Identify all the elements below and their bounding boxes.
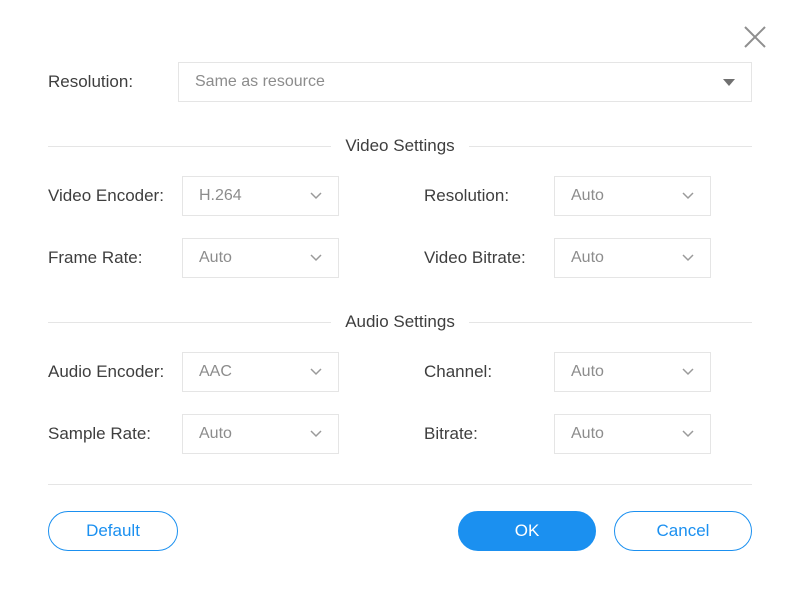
top-resolution-select[interactable]: Same as resource — [178, 62, 752, 102]
frame-rate-label: Frame Rate: — [48, 248, 182, 268]
top-resolution-row: Resolution: Same as resource — [48, 62, 752, 102]
top-resolution-value: Same as resource — [195, 73, 325, 91]
audio-bitrate-select[interactable]: Auto — [554, 414, 711, 454]
close-button[interactable] — [740, 22, 770, 52]
divider — [469, 146, 752, 147]
top-resolution-label: Resolution: — [48, 72, 178, 92]
audio-settings-header: Audio Settings — [48, 312, 752, 332]
cancel-button[interactable]: Cancel — [614, 511, 752, 551]
chevron-down-icon — [310, 430, 322, 438]
channel-select[interactable]: Auto — [554, 352, 711, 392]
chevron-down-icon — [310, 368, 322, 376]
cancel-button-label: Cancel — [657, 521, 710, 541]
video-settings-grid: Video Encoder: H.264 Resolution: Auto Fr… — [48, 176, 752, 278]
audio-bitrate-value: Auto — [571, 425, 604, 443]
divider — [48, 322, 331, 323]
sample-rate-value: Auto — [199, 425, 232, 443]
video-bitrate-label: Video Bitrate: — [424, 248, 554, 268]
channel-label: Channel: — [424, 362, 554, 382]
audio-encoder-label: Audio Encoder: — [48, 362, 182, 382]
video-bitrate-select[interactable]: Auto — [554, 238, 711, 278]
video-settings-header: Video Settings — [48, 136, 752, 156]
chevron-down-icon — [682, 430, 694, 438]
video-resolution-label: Resolution: — [424, 186, 554, 206]
settings-dialog: Resolution: Same as resource Video Setti… — [0, 0, 800, 592]
frame-rate-value: Auto — [199, 249, 232, 267]
chevron-down-icon — [723, 79, 735, 86]
chevron-down-icon — [310, 254, 322, 262]
chevron-down-icon — [310, 192, 322, 200]
ok-button-label: OK — [515, 521, 540, 541]
video-settings-title: Video Settings — [331, 136, 468, 156]
button-row: Default OK Cancel — [48, 511, 752, 551]
video-encoder-select[interactable]: H.264 — [182, 176, 339, 216]
ok-button[interactable]: OK — [458, 511, 596, 551]
divider — [469, 322, 752, 323]
audio-bitrate-label: Bitrate: — [424, 424, 554, 444]
sample-rate-label: Sample Rate: — [48, 424, 182, 444]
video-encoder-label: Video Encoder: — [48, 186, 182, 206]
chevron-down-icon — [682, 254, 694, 262]
close-icon — [740, 22, 770, 52]
frame-rate-select[interactable]: Auto — [182, 238, 339, 278]
audio-encoder-select[interactable]: AAC — [182, 352, 339, 392]
video-encoder-value: H.264 — [199, 187, 242, 205]
audio-settings-grid: Audio Encoder: AAC Channel: Auto Sample … — [48, 352, 752, 454]
chevron-down-icon — [682, 368, 694, 376]
video-resolution-value: Auto — [571, 187, 604, 205]
divider — [48, 484, 752, 485]
audio-encoder-value: AAC — [199, 363, 232, 381]
chevron-down-icon — [682, 192, 694, 200]
default-button-label: Default — [86, 521, 140, 541]
audio-settings-title: Audio Settings — [331, 312, 469, 332]
sample-rate-select[interactable]: Auto — [182, 414, 339, 454]
video-resolution-select[interactable]: Auto — [554, 176, 711, 216]
channel-value: Auto — [571, 363, 604, 381]
video-bitrate-value: Auto — [571, 249, 604, 267]
default-button[interactable]: Default — [48, 511, 178, 551]
divider — [48, 146, 331, 147]
